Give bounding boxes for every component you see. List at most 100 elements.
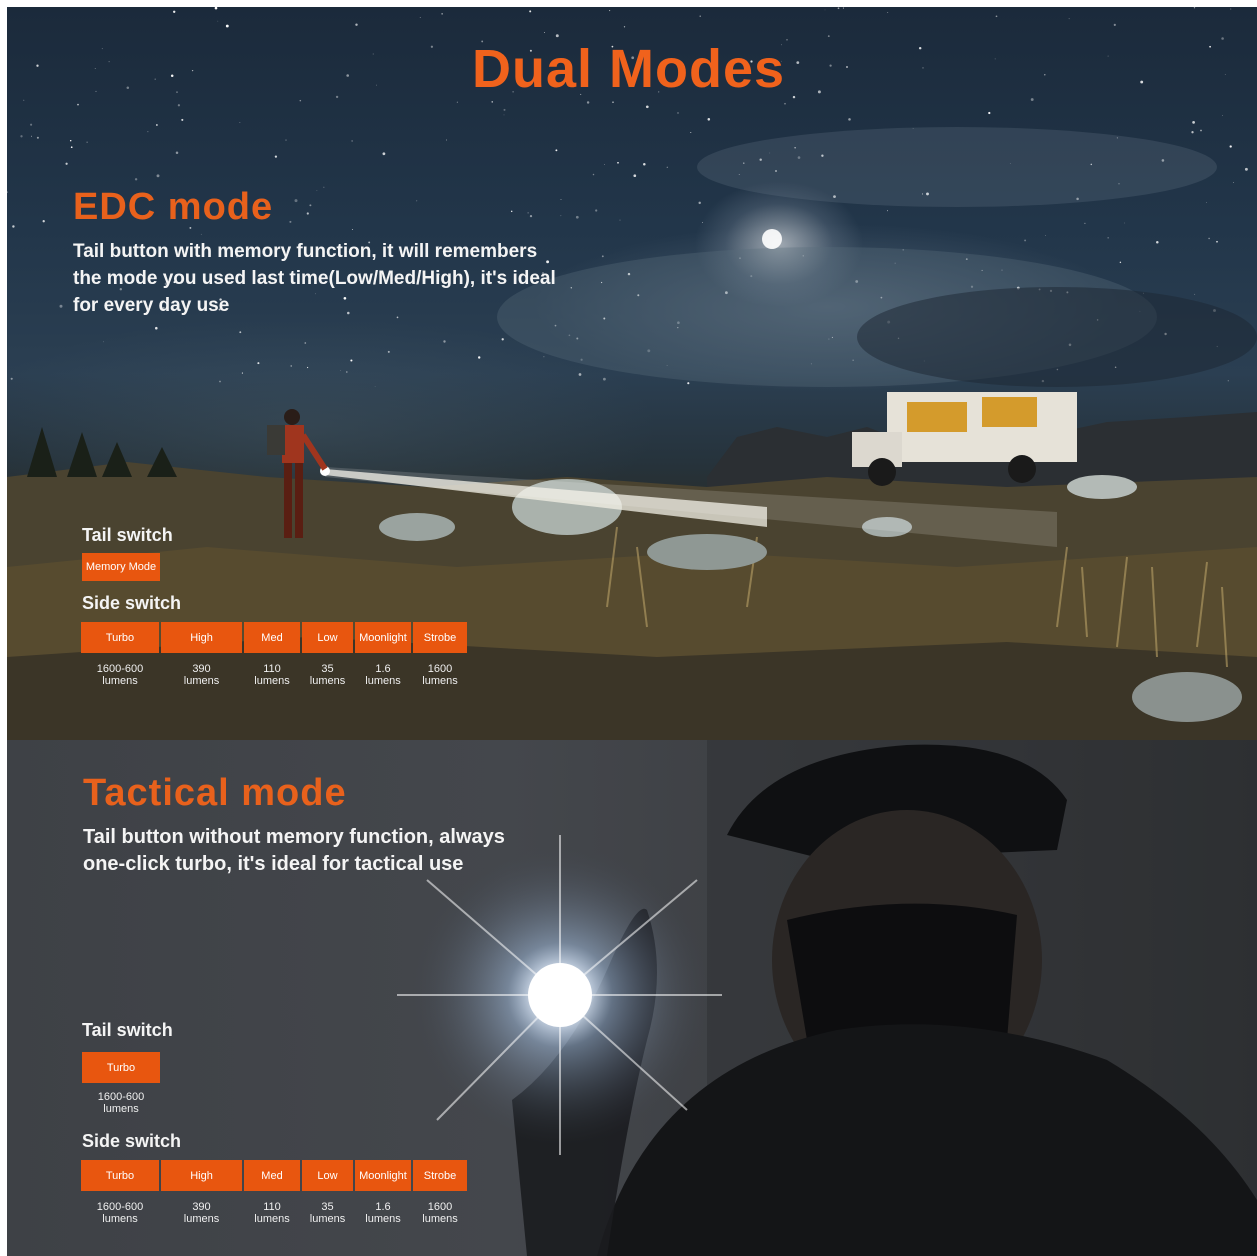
star: [555, 34, 559, 38]
lumens-strobe: 1600 lumens: [413, 663, 467, 687]
star: [239, 331, 242, 334]
tactical-side-switch-lumens: 1600-600 lumens 390 lumens 110 lumens 35 lum…: [81, 1201, 467, 1225]
star: [294, 199, 298, 203]
mode-high: High: [161, 1160, 242, 1191]
lumens-moonlight: 1.6 lumens: [355, 663, 411, 687]
lumens-value: 110: [263, 663, 281, 675]
star: [543, 32, 545, 33]
star: [595, 209, 598, 212]
mode-low: Low: [302, 1160, 353, 1191]
star: [225, 24, 229, 28]
lumens-unit: lumens: [422, 1213, 458, 1225]
lumens-med: 110 lumens: [244, 663, 300, 687]
star: [1206, 202, 1207, 203]
star: [257, 362, 260, 365]
star: [69, 139, 72, 142]
lumens-unit: lumens: [254, 1213, 290, 1225]
star: [217, 20, 219, 22]
star: [1124, 222, 1126, 224]
lumens-value: 1600-600: [96, 1201, 144, 1213]
lumens-value: 110: [263, 1201, 281, 1213]
tactical-tail-lumens: 1600-600 lumens: [82, 1091, 160, 1115]
star: [643, 162, 646, 166]
lumens-value: 1600-600: [96, 663, 144, 675]
lumens-value: 1600: [427, 663, 453, 675]
star: [478, 356, 481, 359]
star: [30, 123, 33, 126]
star: [86, 141, 88, 143]
lumens-value: 35: [321, 663, 334, 675]
star: [10, 377, 13, 380]
mode-turbo: Turbo: [81, 1160, 159, 1191]
star: [340, 370, 341, 371]
mode-moonlight: Moonlight: [355, 622, 411, 653]
star: [633, 174, 637, 178]
star: [842, 7, 844, 9]
edc-memory-mode-badge: Memory Mode: [82, 553, 160, 581]
star: [1222, 115, 1223, 116]
star: [307, 366, 309, 369]
star: [578, 373, 582, 376]
star: [351, 229, 353, 230]
star: [214, 7, 218, 10]
star: [677, 112, 679, 114]
tactical-mode-description: Tail button without memory function, alw…: [83, 824, 643, 878]
lumens-value: 1600-600: [97, 1091, 145, 1103]
star: [623, 26, 626, 28]
tactical-tail-switch-label: Tail switch: [82, 1020, 173, 1040]
star: [1233, 182, 1234, 183]
edc-desc-line: the mode you used last time(Low/Med/High…: [73, 268, 556, 289]
tactical-turbo-badge: Turbo: [82, 1052, 160, 1083]
star: [1024, 239, 1027, 242]
star: [503, 108, 506, 111]
star: [1068, 18, 1070, 20]
star: [65, 162, 68, 165]
star: [699, 15, 701, 17]
star: [42, 220, 45, 223]
star: [555, 149, 558, 152]
star: [70, 146, 73, 149]
star: [156, 124, 158, 126]
canvas: Dual Modes EDC mode Tail button with mem…: [0, 0, 1257, 1256]
star: [443, 340, 446, 343]
star: [299, 99, 302, 102]
lumens-unit: lumens: [183, 675, 220, 687]
star: [707, 118, 711, 121]
lumens-value: 1.6: [375, 1201, 391, 1213]
lumens-value: 35: [321, 1201, 334, 1213]
star: [592, 173, 595, 176]
star: [603, 377, 606, 381]
lumens-turbo: 1600-600 lumens: [81, 1201, 159, 1225]
star: [374, 386, 376, 387]
star: [612, 101, 614, 103]
lumens-value: 1600: [427, 1201, 453, 1213]
lumens-unit: lumens: [422, 675, 458, 687]
star: [848, 118, 851, 121]
lumens-value: 1.6: [375, 663, 391, 675]
star: [887, 12, 889, 14]
star: [351, 140, 353, 142]
lumens-unit: lumens: [365, 1213, 401, 1225]
star: [1229, 145, 1232, 148]
star: [355, 23, 358, 26]
star: [155, 326, 158, 330]
lumens-turbo: 1600-600 lumens: [81, 663, 159, 687]
star: [181, 118, 184, 121]
mode-strobe: Strobe: [413, 1160, 467, 1191]
star: [784, 102, 786, 105]
star: [177, 104, 181, 107]
lumens-med: 110 lumens: [244, 1201, 300, 1225]
edc-desc-line: Tail button with memory function, it wil…: [73, 241, 538, 262]
lumens-value: 390: [192, 663, 211, 675]
edc-mode-title: EDC mode: [73, 186, 274, 228]
star: [586, 101, 590, 104]
star: [503, 114, 505, 116]
star: [31, 135, 32, 137]
star: [441, 13, 443, 15]
star: [323, 186, 325, 188]
star: [1084, 222, 1086, 225]
lumens-low: 35 lumens: [302, 1201, 353, 1225]
mode-med: Med: [244, 1160, 300, 1191]
star: [527, 212, 529, 214]
edc-side-switch-label: Side switch: [82, 593, 182, 613]
